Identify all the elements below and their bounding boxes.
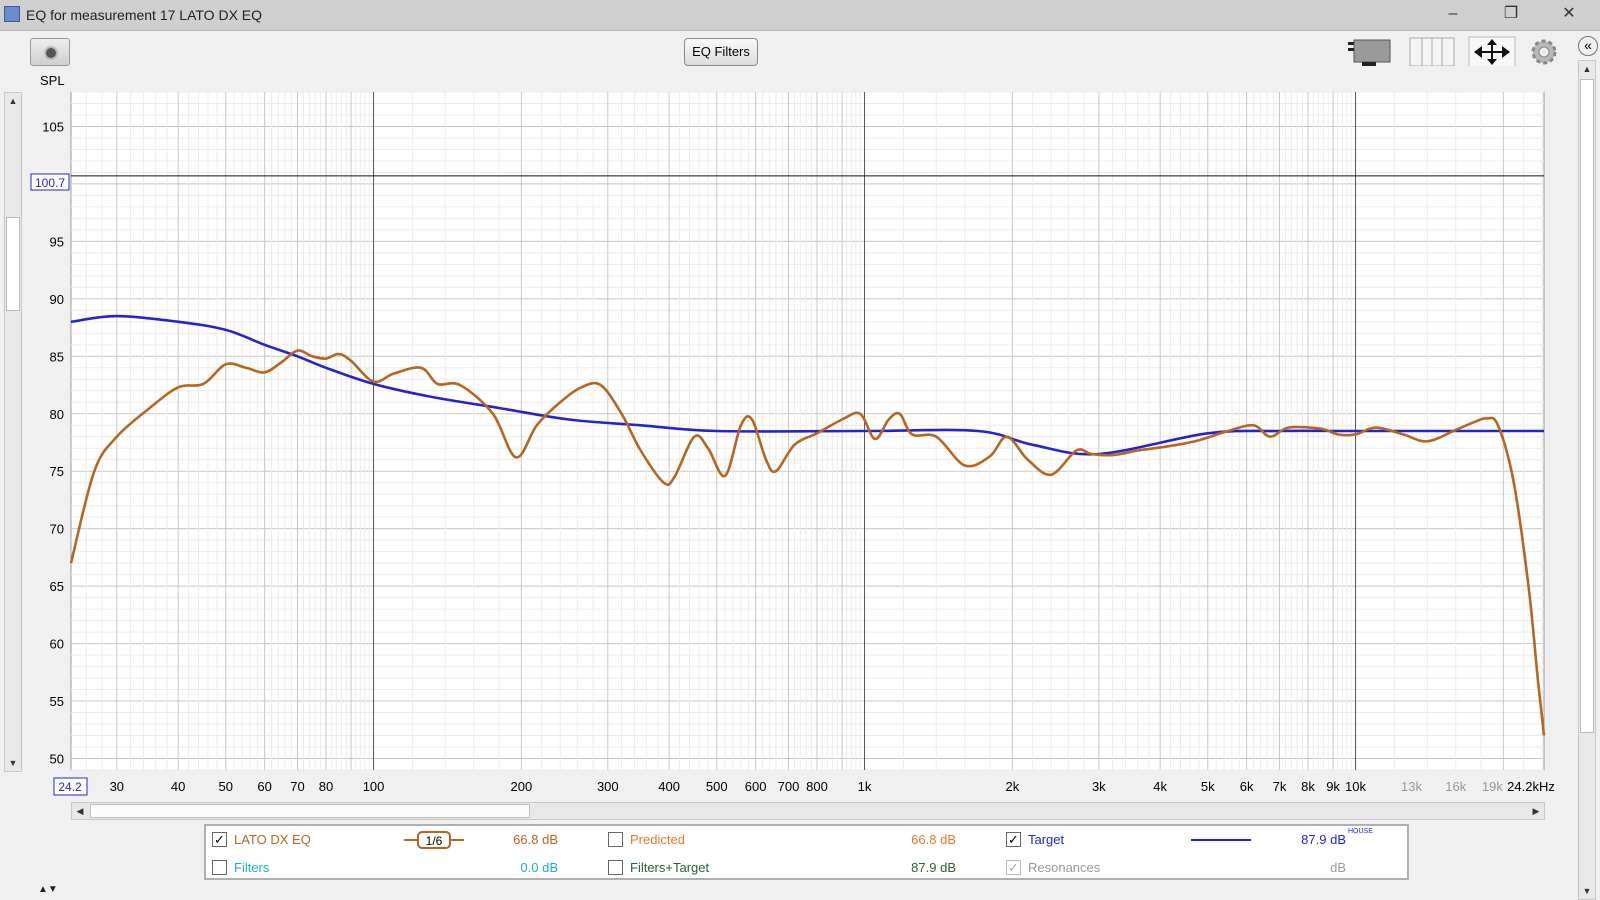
measurement-name: LATO DX EQ <box>234 832 311 847</box>
x-tick-label: 30 <box>110 779 124 794</box>
y-tick-label: 95 <box>50 234 64 249</box>
x-tick-label: 200 <box>511 779 533 794</box>
x-tick-label: 6k <box>1240 779 1254 794</box>
x-tick-label: 2k <box>1005 779 1019 794</box>
x-tick-label: 300 <box>597 779 619 794</box>
x-tick-label: 13k <box>1401 779 1422 794</box>
filters-target-checkbox[interactable] <box>608 860 623 875</box>
resonances-value: dB <box>1330 860 1346 875</box>
spl-label: SPL <box>40 73 65 88</box>
measurement-checkbox[interactable]: ✓ <box>212 832 227 847</box>
x-tick-label: 10k <box>1345 779 1366 794</box>
controls-panel-icon[interactable] <box>1346 36 1394 66</box>
restore-button[interactable]: ❐ <box>1488 0 1534 30</box>
x-tick-label: 500 <box>706 779 728 794</box>
x-tick-label: 4k <box>1153 779 1167 794</box>
x-tick-label: 800 <box>806 779 828 794</box>
predicted-label: Predicted <box>630 832 685 847</box>
resonances-checkbox[interactable]: ✓ <box>1006 860 1021 875</box>
target-value: 87.9 dB <box>1301 832 1346 847</box>
scroll-right-arrow[interactable]: ▶ <box>1528 803 1544 819</box>
x-tick-label: 1k <box>858 779 872 794</box>
y-tick-label: 105 <box>42 119 64 134</box>
x-tick-label: 3k <box>1092 779 1106 794</box>
filters-value: 0.0 dB <box>520 860 558 875</box>
x-tick-label: 5k <box>1201 779 1215 794</box>
y-tick-label: 60 <box>50 637 64 652</box>
scroll-down-arrow[interactable]: ▼ <box>1579 883 1595 899</box>
spl-graph: 50 55 60 65 70 75 80 85 90 95 105 30 40 50 60 70 80 100 2… <box>30 91 1555 796</box>
scroll-up-arrow[interactable]: ▲ <box>1579 61 1595 77</box>
predicted-checkbox[interactable] <box>608 832 623 847</box>
resonances-label: Resonances <box>1028 860 1101 875</box>
target-label: Target <box>1028 832 1065 847</box>
scroll-down-arrow[interactable]: ▼ <box>5 755 21 771</box>
series-line-lato-dx-eq <box>69 349 1546 736</box>
x-tick-label: 40 <box>171 779 185 794</box>
series-line-target <box>70 314 1544 456</box>
scroll-thumb[interactable] <box>90 804 530 818</box>
filters-target-label: Filters+Target <box>630 860 710 875</box>
scroll-thumb[interactable] <box>1580 79 1594 733</box>
right-vertical-scrollbar[interactable]: ▲ ▼ <box>1578 60 1596 900</box>
y-tick-label: 70 <box>50 522 64 537</box>
scroll-left-arrow[interactable]: ◀ <box>72 803 88 819</box>
move-arrows-icon[interactable] <box>1468 36 1516 66</box>
y-tick-label: 85 <box>50 349 64 364</box>
x-tick-label: 100 <box>363 779 385 794</box>
minimize-button[interactable]: – <box>1430 0 1476 30</box>
x-tick-label: 80 <box>319 779 333 794</box>
camera-icon[interactable] <box>30 38 70 66</box>
title-bar: EQ for measurement 17 LATO DX EQ – ❐ ✕ <box>0 0 1600 31</box>
filters-label: Filters <box>234 860 270 875</box>
collapse-panel-button[interactable]: « <box>1578 36 1598 56</box>
x-tick-label: 700 <box>778 779 800 794</box>
cursor-value-box <box>30 173 70 191</box>
y-tick-label: 80 <box>50 407 64 422</box>
x-tick-label: 7k <box>1273 779 1287 794</box>
freq-start-box <box>53 777 88 796</box>
target-line-swatch <box>1191 839 1251 841</box>
target-curve-name: HOUSE <box>1348 828 1373 835</box>
cursor-value: 100.7 <box>35 176 65 190</box>
filters-checkbox[interactable] <box>212 860 227 875</box>
freq-start-label: 24.2 <box>58 780 82 794</box>
window-title: EQ for measurement 17 LATO DX EQ <box>26 7 263 23</box>
y-tick-label: 75 <box>50 464 64 479</box>
predicted-value: 66.8 dB <box>911 832 956 847</box>
smoothing-selector[interactable]: 1/6 <box>402 830 466 850</box>
x-tick-label: 9k <box>1326 779 1340 794</box>
x-tick-label: 60 <box>257 779 271 794</box>
target-checkbox[interactable]: ✓ <box>1006 832 1021 847</box>
x-tick-label: 400 <box>658 779 680 794</box>
freq-end-label: 24.2kHz <box>1507 779 1555 794</box>
x-tick-label: 50 <box>219 779 233 794</box>
left-vertical-scrollbar[interactable]: ▲ ▼ <box>4 92 22 772</box>
scroll-thumb[interactable] <box>6 217 20 311</box>
x-tick-label: 70 <box>290 779 304 794</box>
filters-target-value: 87.9 dB <box>911 860 956 875</box>
columns-layout-icon[interactable] <box>1408 36 1456 66</box>
y-tick-label: 90 <box>50 292 64 307</box>
svg-text:1/6: 1/6 <box>426 834 443 848</box>
x-tick-label: 19k <box>1482 779 1503 794</box>
horizontal-scrollbar[interactable]: ◀ ▶ <box>71 802 1545 820</box>
legend-panel: ✓ LATO DX EQ 1/6 66.8 dB Predicted 66.8 … <box>204 824 1409 880</box>
app-icon <box>4 6 20 22</box>
eq-filters-button[interactable]: EQ Filters <box>684 38 758 66</box>
x-tick-label: 8k <box>1301 779 1315 794</box>
y-tick-label: 55 <box>50 694 64 709</box>
y-tick-label: 65 <box>50 579 64 594</box>
gear-icon[interactable] <box>1528 36 1560 66</box>
x-tick-label: 16k <box>1445 779 1466 794</box>
close-button[interactable]: ✕ <box>1546 0 1592 30</box>
x-tick-label: 600 <box>745 779 767 794</box>
y-tick-label: 50 <box>50 752 64 767</box>
measurement-value: 66.8 dB <box>513 832 558 847</box>
expand-arrows-icon[interactable]: ▲▼ <box>38 884 58 895</box>
scroll-up-arrow[interactable]: ▲ <box>5 93 21 109</box>
